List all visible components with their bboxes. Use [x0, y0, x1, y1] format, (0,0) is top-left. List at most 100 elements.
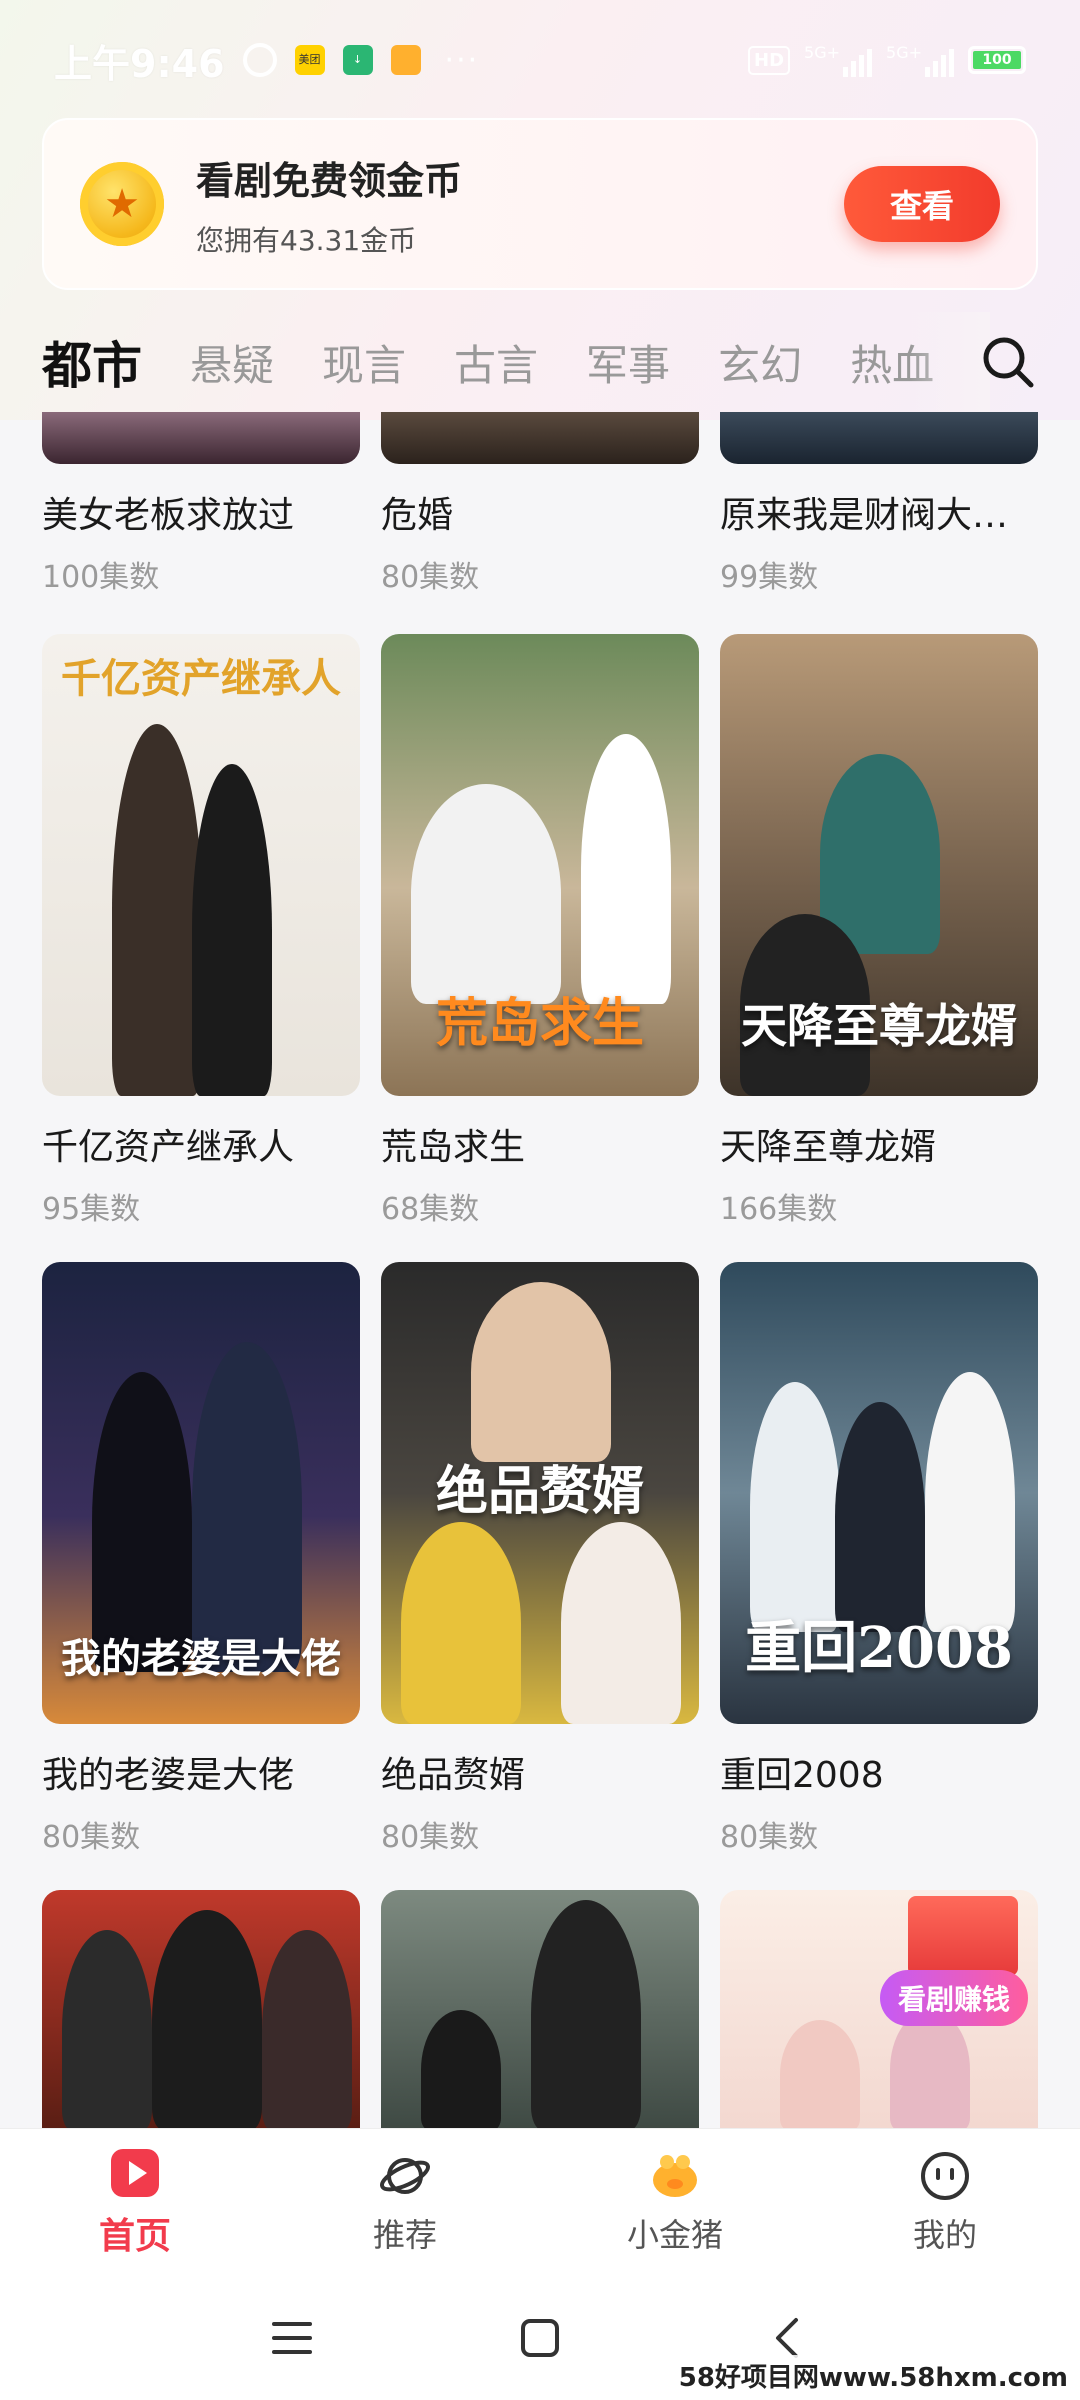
- drama-title: 天降至尊龙婿: [720, 1127, 937, 1168]
- network-label-2: 5G+: [886, 43, 922, 62]
- tab-xianyan[interactable]: 现言: [322, 332, 406, 393]
- watermark: 58好项目网www.58hxm.com: [672, 2355, 1074, 2396]
- nav-mine[interactable]: 我的: [845, 2150, 1045, 2256]
- poster-title-text: 我的老婆是大佬: [61, 1635, 341, 1682]
- drama-title: 千亿资产继承人: [42, 1127, 295, 1168]
- drama-card[interactable]: 千亿资产继承人 千亿资产继承人 95集数: [42, 634, 360, 1228]
- drama-poster: 看剧赚钱: [720, 1890, 1038, 2128]
- drama-poster: 天降至尊龙婿: [720, 634, 1038, 1096]
- drama-card[interactable]: [42, 1890, 360, 2128]
- nav-home[interactable]: 首页: [35, 2147, 235, 2259]
- drama-card[interactable]: 我的老婆是大佬 我的老婆是大佬 80集数: [42, 1262, 360, 1856]
- poster-figure: [820, 754, 940, 954]
- drama-episodes: 99集数: [720, 560, 819, 595]
- drama-card[interactable]: 危婚 80集数: [381, 412, 699, 596]
- download-icon: ↓: [342, 45, 373, 75]
- drama-card[interactable]: 绝品赘婿 绝品赘婿 80集数: [381, 1262, 699, 1856]
- drama-poster: [381, 412, 699, 464]
- nav-piggy[interactable]: 小金猪: [575, 2150, 775, 2256]
- drama-title: 绝品赘婿: [381, 1755, 526, 1796]
- drama-grid: 美女老板求放过 100集数 危婚 80集数 原来我是财阀大… 99集数 千亿资产…: [0, 412, 1080, 2128]
- poster-figure: [925, 1372, 1015, 1632]
- drama-title: 我的老婆是大佬: [42, 1755, 295, 1796]
- category-tabs: 都市 悬疑 现言 古言 军事 玄幻 热血: [0, 312, 1080, 412]
- status-time: 上午9:46: [54, 41, 225, 86]
- view-coins-button[interactable]: 查看: [844, 166, 1000, 242]
- search-icon[interactable]: [980, 334, 1036, 390]
- nav-recommend[interactable]: 推荐: [305, 2150, 505, 2256]
- poster-figure: [411, 784, 561, 1004]
- status-bar: 上午9:46 美团 ↓ ··· HD 5G+ 5G+ 100: [0, 0, 1080, 120]
- coin-banner[interactable]: ★ 看剧免费领金币 您拥有43.31金币 查看: [42, 118, 1038, 290]
- drama-poster: 千亿资产继承人: [42, 634, 360, 1096]
- drama-card[interactable]: 美女老板求放过 100集数: [42, 412, 360, 596]
- network-label-1: 5G+: [804, 43, 841, 62]
- drama-card[interactable]: 天降至尊龙婿 天降至尊龙婿 166集数: [720, 634, 1038, 1228]
- drama-episodes: 68集数: [381, 1192, 480, 1227]
- signal-icon-2: 5G+: [886, 43, 954, 77]
- poster-figure: [471, 1282, 611, 1462]
- drama-poster: [42, 1890, 360, 2128]
- hd-icon: HD: [748, 45, 791, 75]
- tab-junshi[interactable]: 军事: [586, 332, 670, 393]
- poster-title-text: 重回2008: [745, 1615, 1013, 1681]
- drama-episodes: 95集数: [42, 1192, 141, 1227]
- nav-piggy-label: 小金猪: [626, 2215, 723, 2254]
- poster-figure: [890, 2010, 970, 2128]
- meituan-icon: 美团: [294, 45, 325, 75]
- battery-icon: 100: [968, 46, 1026, 74]
- poster-title-text: 千亿资产继承人: [61, 655, 341, 702]
- drama-episodes: 80集数: [381, 560, 480, 595]
- home-square-icon[interactable]: [516, 2314, 564, 2362]
- nav-home-label: 首页: [98, 2215, 171, 2257]
- poster-figure: [192, 1342, 302, 1672]
- drama-episodes: 80集数: [381, 1820, 480, 1855]
- drama-title: 原来我是财阀大…: [720, 495, 1009, 536]
- coin-banner-title: 看剧免费领金币: [196, 158, 463, 203]
- tab-guyan[interactable]: 古言: [454, 332, 538, 393]
- drama-card[interactable]: 重回2008 重回2008 80集数: [720, 1262, 1038, 1856]
- tab-dushi[interactable]: 都市: [42, 326, 142, 398]
- tabs-fade: [910, 312, 990, 412]
- tab-xuanhuan[interactable]: 玄幻: [718, 332, 802, 393]
- drama-title: 美女老板求放过: [42, 495, 295, 536]
- drama-card[interactable]: 原来我是财阀大… 99集数: [720, 412, 1038, 596]
- poster-figure: [62, 1930, 152, 2128]
- poster-figure: [112, 724, 202, 1096]
- poster-title-text: 荒岛求生: [435, 993, 644, 1054]
- bottom-nav: 首页 推荐 小金猪 我的: [0, 2128, 1080, 2276]
- drama-episodes: 80集数: [42, 1820, 141, 1855]
- gift-box-icon: [908, 1896, 1018, 1976]
- signal-icon-1: 5G+: [804, 43, 873, 77]
- poster-figure: [581, 734, 671, 1004]
- battery-level: 100: [973, 51, 1021, 69]
- poster-figure: [531, 1900, 641, 2128]
- drama-card[interactable]: 看剧赚钱: [720, 1890, 1038, 2128]
- poster-figure: [152, 1910, 262, 2128]
- drama-episodes: 80集数: [720, 1820, 819, 1855]
- poster-figure: [750, 1382, 840, 1632]
- drama-card[interactable]: [381, 1890, 699, 2128]
- poster-figure: [421, 2010, 501, 2128]
- planet-icon: [380, 2157, 430, 2194]
- menu-icon[interactable]: [268, 2314, 316, 2362]
- earn-money-badge[interactable]: 看剧赚钱: [879, 1970, 1028, 2026]
- drama-episodes: 166集数: [720, 1192, 838, 1227]
- drama-poster: [720, 412, 1038, 464]
- drama-card[interactable]: 荒岛求生 荒岛求生 68集数: [381, 634, 699, 1228]
- message-icon: [390, 45, 421, 75]
- drama-poster: [42, 412, 360, 464]
- drama-poster: 重回2008: [720, 1262, 1038, 1724]
- coin-balance: 您拥有43.31金币: [196, 223, 417, 257]
- nav-recommend-label: 推荐: [372, 2215, 437, 2254]
- drama-title: 危婚: [381, 495, 454, 536]
- play-icon: [111, 2148, 159, 2197]
- nav-mine-label: 我的: [912, 2215, 977, 2254]
- poster-title-text: 绝品赘婿: [435, 1461, 644, 1522]
- poster-figure: [561, 1522, 681, 1724]
- poster-figure: [780, 2020, 860, 2128]
- poster-figure: [401, 1522, 521, 1724]
- tab-xuanyi[interactable]: 悬疑: [190, 332, 274, 393]
- smiley-icon: [921, 2151, 969, 2200]
- gold-coin-icon: ★: [80, 162, 164, 246]
